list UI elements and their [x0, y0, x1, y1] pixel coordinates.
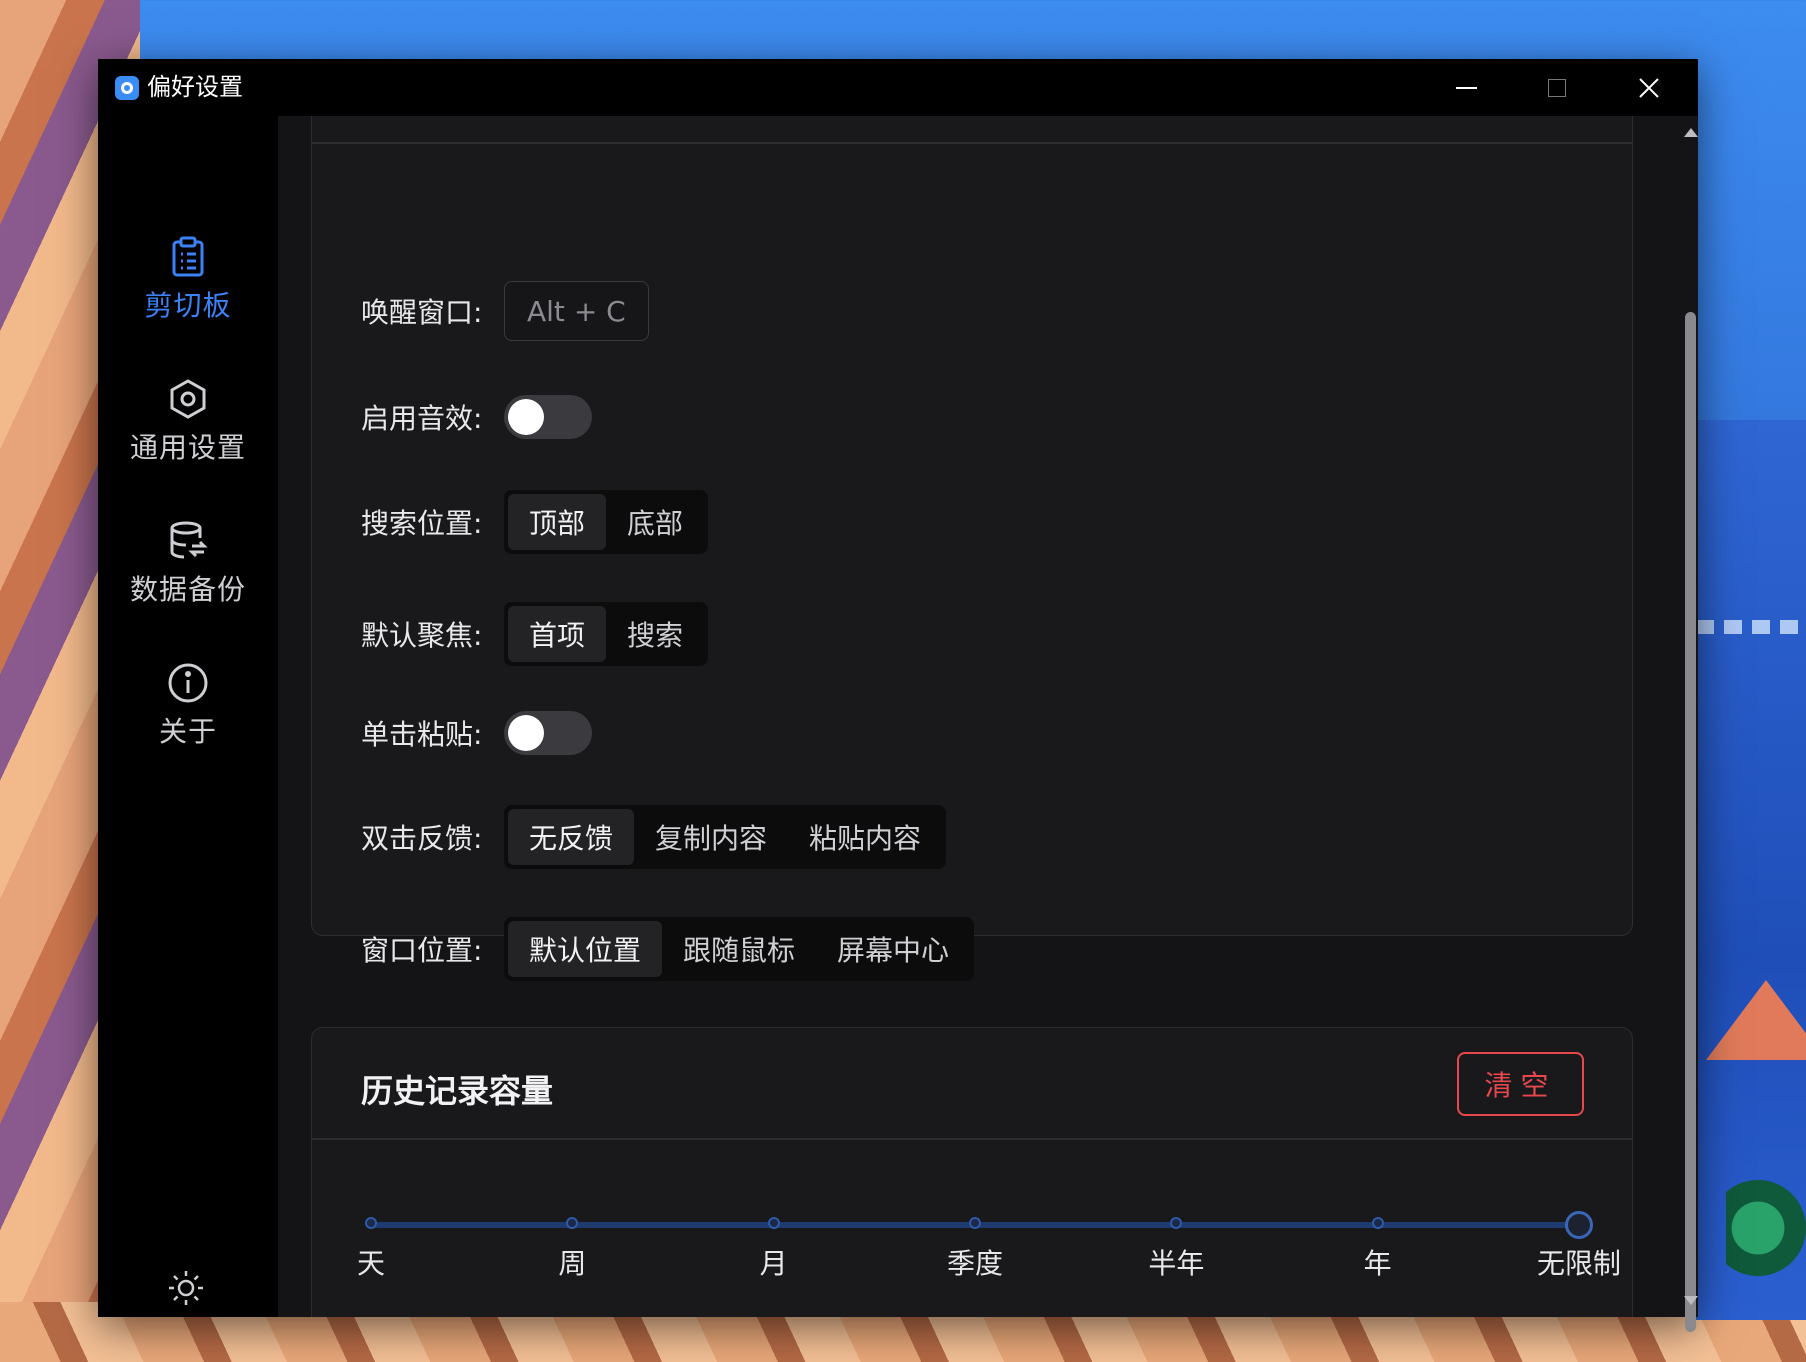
history-slider-label[interactable]: 天	[357, 1242, 385, 1282]
history-slider-step[interactable]	[1170, 1217, 1183, 1229]
double-click-option-copy[interactable]: 复制内容	[634, 809, 788, 865]
history-slider-step[interactable]	[365, 1217, 377, 1229]
search-position-option-top[interactable]: 顶部	[508, 494, 607, 550]
close-icon	[1639, 77, 1659, 98]
database-backup-icon	[170, 521, 208, 559]
minimize-icon	[1455, 86, 1477, 89]
sidebar-item-backup[interactable]: 数据备份	[98, 520, 278, 608]
card-divider	[312, 142, 1632, 144]
vertical-scrollbar[interactable]	[1683, 116, 1698, 1332]
close-button[interactable]	[1604, 59, 1694, 116]
search-position-label: 搜索位置:	[361, 507, 483, 540]
wake-window-row: 唤醒窗口: Alt + C	[361, 281, 649, 341]
default-focus-option-search[interactable]: 搜索	[606, 606, 704, 662]
sidebar-item-label: 剪切板	[144, 289, 232, 322]
title-bar[interactable]: 偏好设置	[98, 59, 1698, 116]
double-click-segmented: 无反馈 复制内容 粘贴内容	[504, 805, 947, 869]
theme-toggle-button[interactable]	[164, 1266, 208, 1310]
single-click-paste-toggle[interactable]	[504, 711, 592, 755]
history-capacity-title: 历史记录容量	[361, 1072, 554, 1110]
info-icon	[168, 663, 208, 703]
window-position-option-default[interactable]: 默认位置	[508, 921, 663, 977]
settings-content: 唤醒窗口: Alt + C 启用音效: 搜索位置: 顶部 底部 默认聚焦: 首项…	[278, 116, 1683, 1317]
history-slider-label[interactable]: 无限制	[1537, 1242, 1621, 1282]
clear-history-button[interactable]: 清空	[1457, 1052, 1584, 1116]
history-slider-step[interactable]	[767, 1217, 780, 1229]
window-title: 偏好设置	[147, 73, 243, 101]
double-click-row: 双击反馈: 无反馈 复制内容 粘贴内容	[361, 805, 947, 869]
sun-icon	[169, 1271, 203, 1305]
scroll-up-icon[interactable]	[1684, 128, 1698, 137]
window-position-label: 窗口位置:	[361, 934, 483, 967]
history-slider-label[interactable]: 周	[558, 1242, 586, 1282]
sound-label: 启用音效:	[361, 402, 483, 435]
history-slider-step[interactable]	[969, 1217, 981, 1229]
history-slider-label[interactable]: 年	[1364, 1242, 1392, 1282]
app-logo-icon	[115, 76, 139, 100]
scroll-down-icon[interactable]	[1684, 1296, 1698, 1305]
preferences-window: 偏好设置 剪切板 通用设置 数据备份 关于 唤醒窗口: Alt + C 启用音效…	[98, 59, 1698, 1332]
wallpaper-right	[1696, 420, 1806, 1320]
history-slider-step[interactable]	[566, 1217, 579, 1229]
minimize-button[interactable]	[1421, 59, 1511, 116]
window-position-row: 窗口位置: 默认位置 跟随鼠标 屏幕中心	[361, 917, 975, 981]
window-position-segmented: 默认位置 跟随鼠标 屏幕中心	[504, 917, 975, 981]
sidebar-item-label: 通用设置	[129, 431, 246, 464]
sidebar-item-label: 关于	[158, 715, 217, 748]
double-click-option-none[interactable]: 无反馈	[508, 809, 635, 865]
history-capacity-slider[interactable]: 天 周 月 季度 半年 年 无限制	[357, 1211, 1621, 1280]
maximize-icon	[1548, 78, 1566, 97]
wake-window-label: 唤醒窗口:	[361, 296, 483, 329]
history-slider-thumb[interactable]	[1565, 1211, 1593, 1239]
search-position-row: 搜索位置: 顶部 底部	[361, 490, 709, 554]
double-click-option-paste[interactable]: 粘贴内容	[788, 809, 942, 865]
search-position-segmented: 顶部 底部	[504, 490, 709, 554]
default-focus-option-first[interactable]: 首项	[508, 606, 607, 662]
window-position-option-center[interactable]: 屏幕中心	[816, 921, 970, 977]
sidebar-item-label: 数据备份	[129, 573, 246, 606]
default-focus-label: 默认聚焦:	[361, 619, 483, 652]
sidebar: 剪切板 通用设置 数据备份 关于	[98, 116, 278, 1317]
history-slider-label[interactable]: 季度	[947, 1242, 1003, 1282]
sound-toggle[interactable]	[504, 395, 592, 439]
window-position-option-mouse[interactable]: 跟随鼠标	[662, 921, 816, 977]
single-click-paste-label: 单击粘贴:	[361, 718, 483, 751]
hexagon-settings-icon	[170, 379, 206, 419]
history-capacity-card: 历史记录容量 清空 天 周 月 季度 半年 年 无限制	[311, 1027, 1633, 1317]
sound-row: 启用音效:	[361, 395, 592, 439]
single-click-paste-row: 单击粘贴:	[361, 711, 592, 755]
history-slider-label[interactable]: 月	[760, 1242, 788, 1282]
clipboard-settings-card: 唤醒窗口: Alt + C 启用音效: 搜索位置: 顶部 底部 默认聚焦: 首项…	[311, 116, 1633, 981]
sidebar-item-general[interactable]: 通用设置	[98, 378, 278, 466]
scrollbar-thumb[interactable]	[1685, 312, 1696, 1332]
search-position-option-bottom[interactable]: 底部	[606, 494, 704, 550]
maximize-button[interactable]	[1512, 59, 1602, 116]
default-focus-segmented: 首项 搜索	[504, 602, 709, 666]
default-focus-row: 默认聚焦: 首项 搜索	[361, 602, 709, 666]
wake-shortcut-input[interactable]: Alt + C	[504, 281, 649, 341]
history-slider-step[interactable]	[1371, 1217, 1384, 1229]
card-divider	[312, 1138, 1632, 1140]
double-click-label: 双击反馈:	[361, 822, 483, 855]
sidebar-item-clipboard[interactable]: 剪切板	[98, 236, 278, 324]
sidebar-item-about[interactable]: 关于	[98, 662, 278, 750]
history-slider-label[interactable]: 半年	[1148, 1242, 1204, 1282]
clipboard-icon	[172, 236, 204, 277]
